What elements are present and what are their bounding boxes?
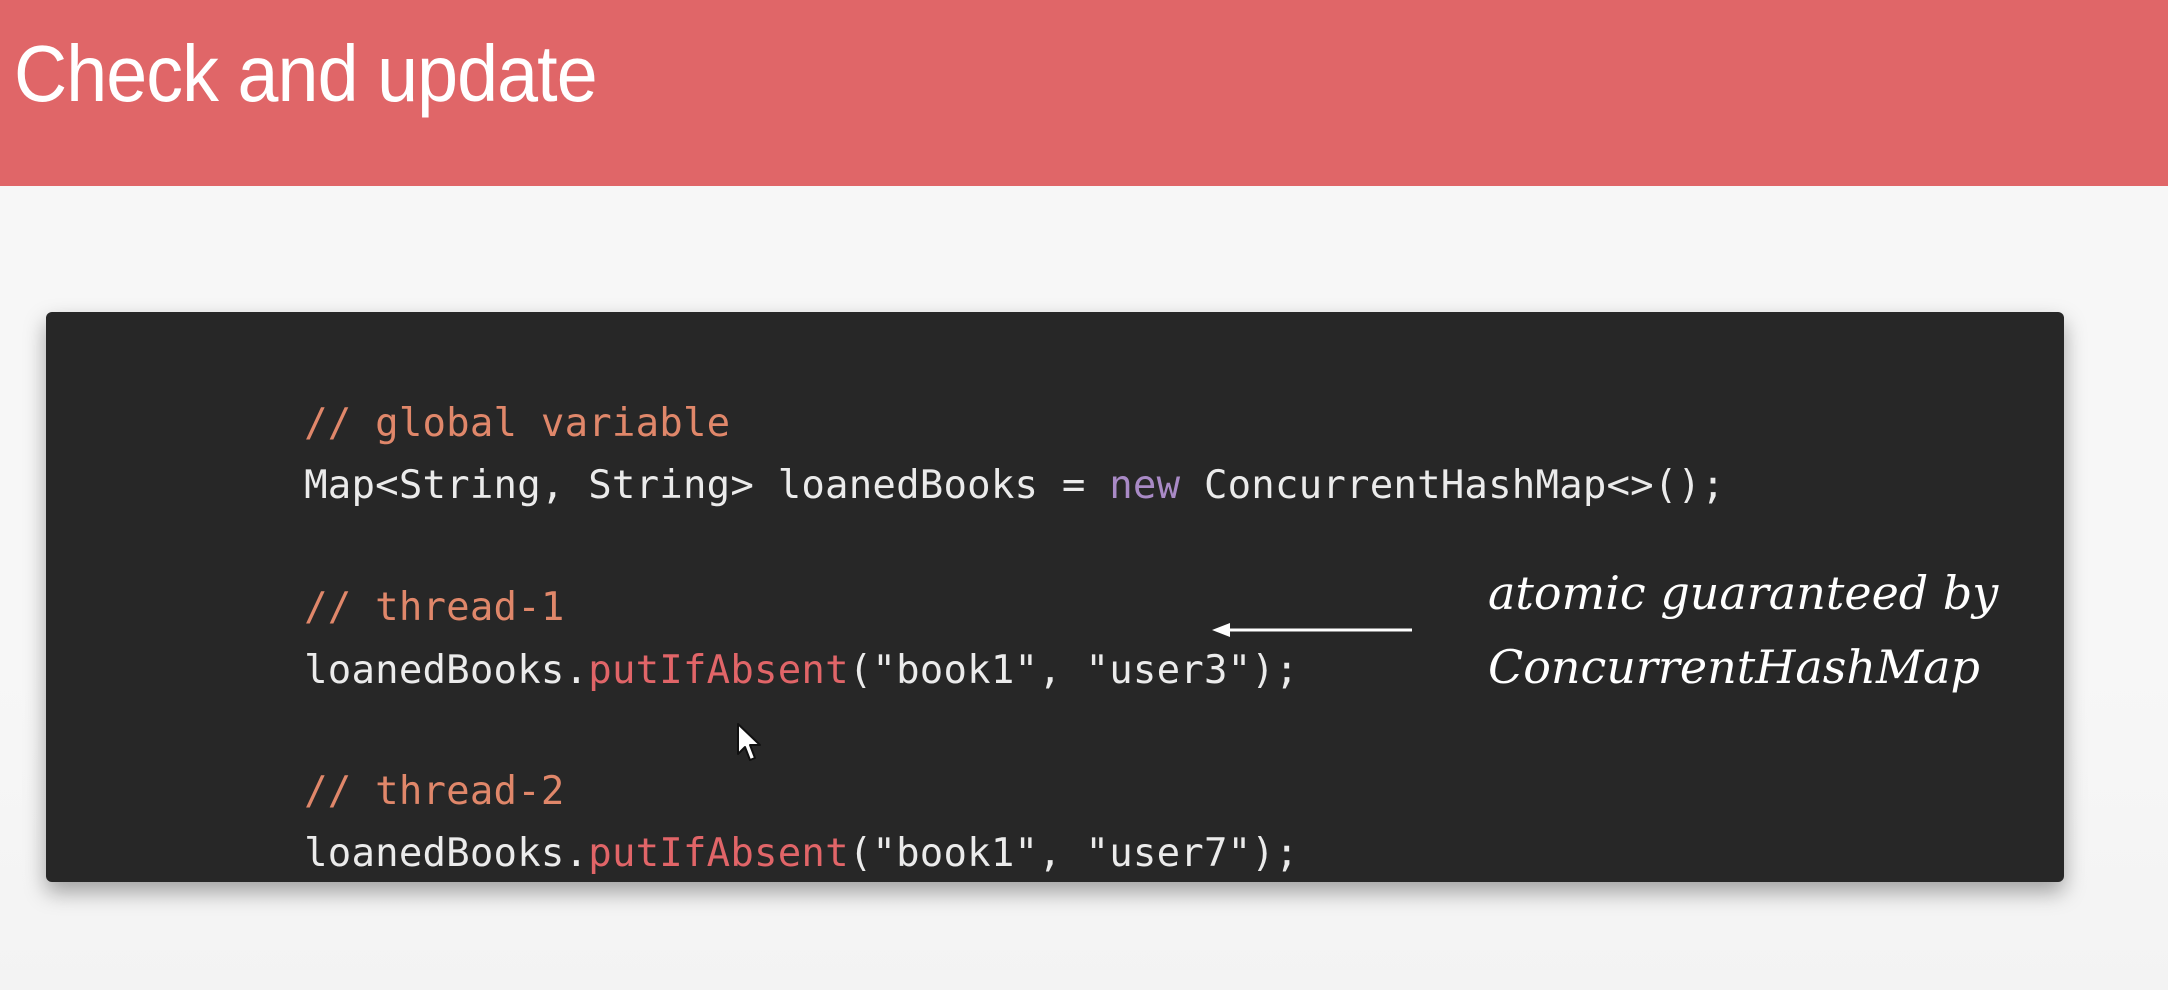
code-method: putIfAbsent bbox=[588, 648, 849, 693]
annotation-line-2: ConcurrentHashMap bbox=[1488, 640, 1980, 694]
code-line-thread1-call: loanedBooks.putIfAbsent("book1", "user3"… bbox=[162, 603, 1299, 738]
code-line-declaration: Map<String, String> loanedBooks = new Co… bbox=[162, 418, 1725, 553]
mouse-cursor-icon bbox=[737, 723, 761, 761]
code-args: ("book1", "user3"); bbox=[848, 648, 1299, 693]
annotation-line-1: atomic guaranteed by bbox=[1488, 566, 1999, 620]
slide-title: Check and update bbox=[14, 29, 598, 118]
title-bar: Check and update bbox=[0, 0, 2168, 186]
code-object: loanedBooks. bbox=[304, 831, 589, 876]
code-type: Map<String, String> bbox=[304, 463, 755, 508]
code-variable: loanedBooks = bbox=[754, 463, 1110, 508]
code-constructor: ConcurrentHashMap<>(); bbox=[1180, 463, 1725, 508]
code-keyword-new: new bbox=[1109, 463, 1181, 508]
left-arrow-icon bbox=[1212, 623, 1412, 637]
code-object: loanedBooks. bbox=[304, 648, 589, 693]
code-method: putIfAbsent bbox=[588, 831, 849, 876]
code-args: ("book1", "user7"); bbox=[848, 831, 1299, 876]
slide: Check and update // global variable Map<… bbox=[0, 0, 2168, 990]
code-line-thread2-call: loanedBooks.putIfAbsent("book1", "user7"… bbox=[162, 786, 1299, 921]
